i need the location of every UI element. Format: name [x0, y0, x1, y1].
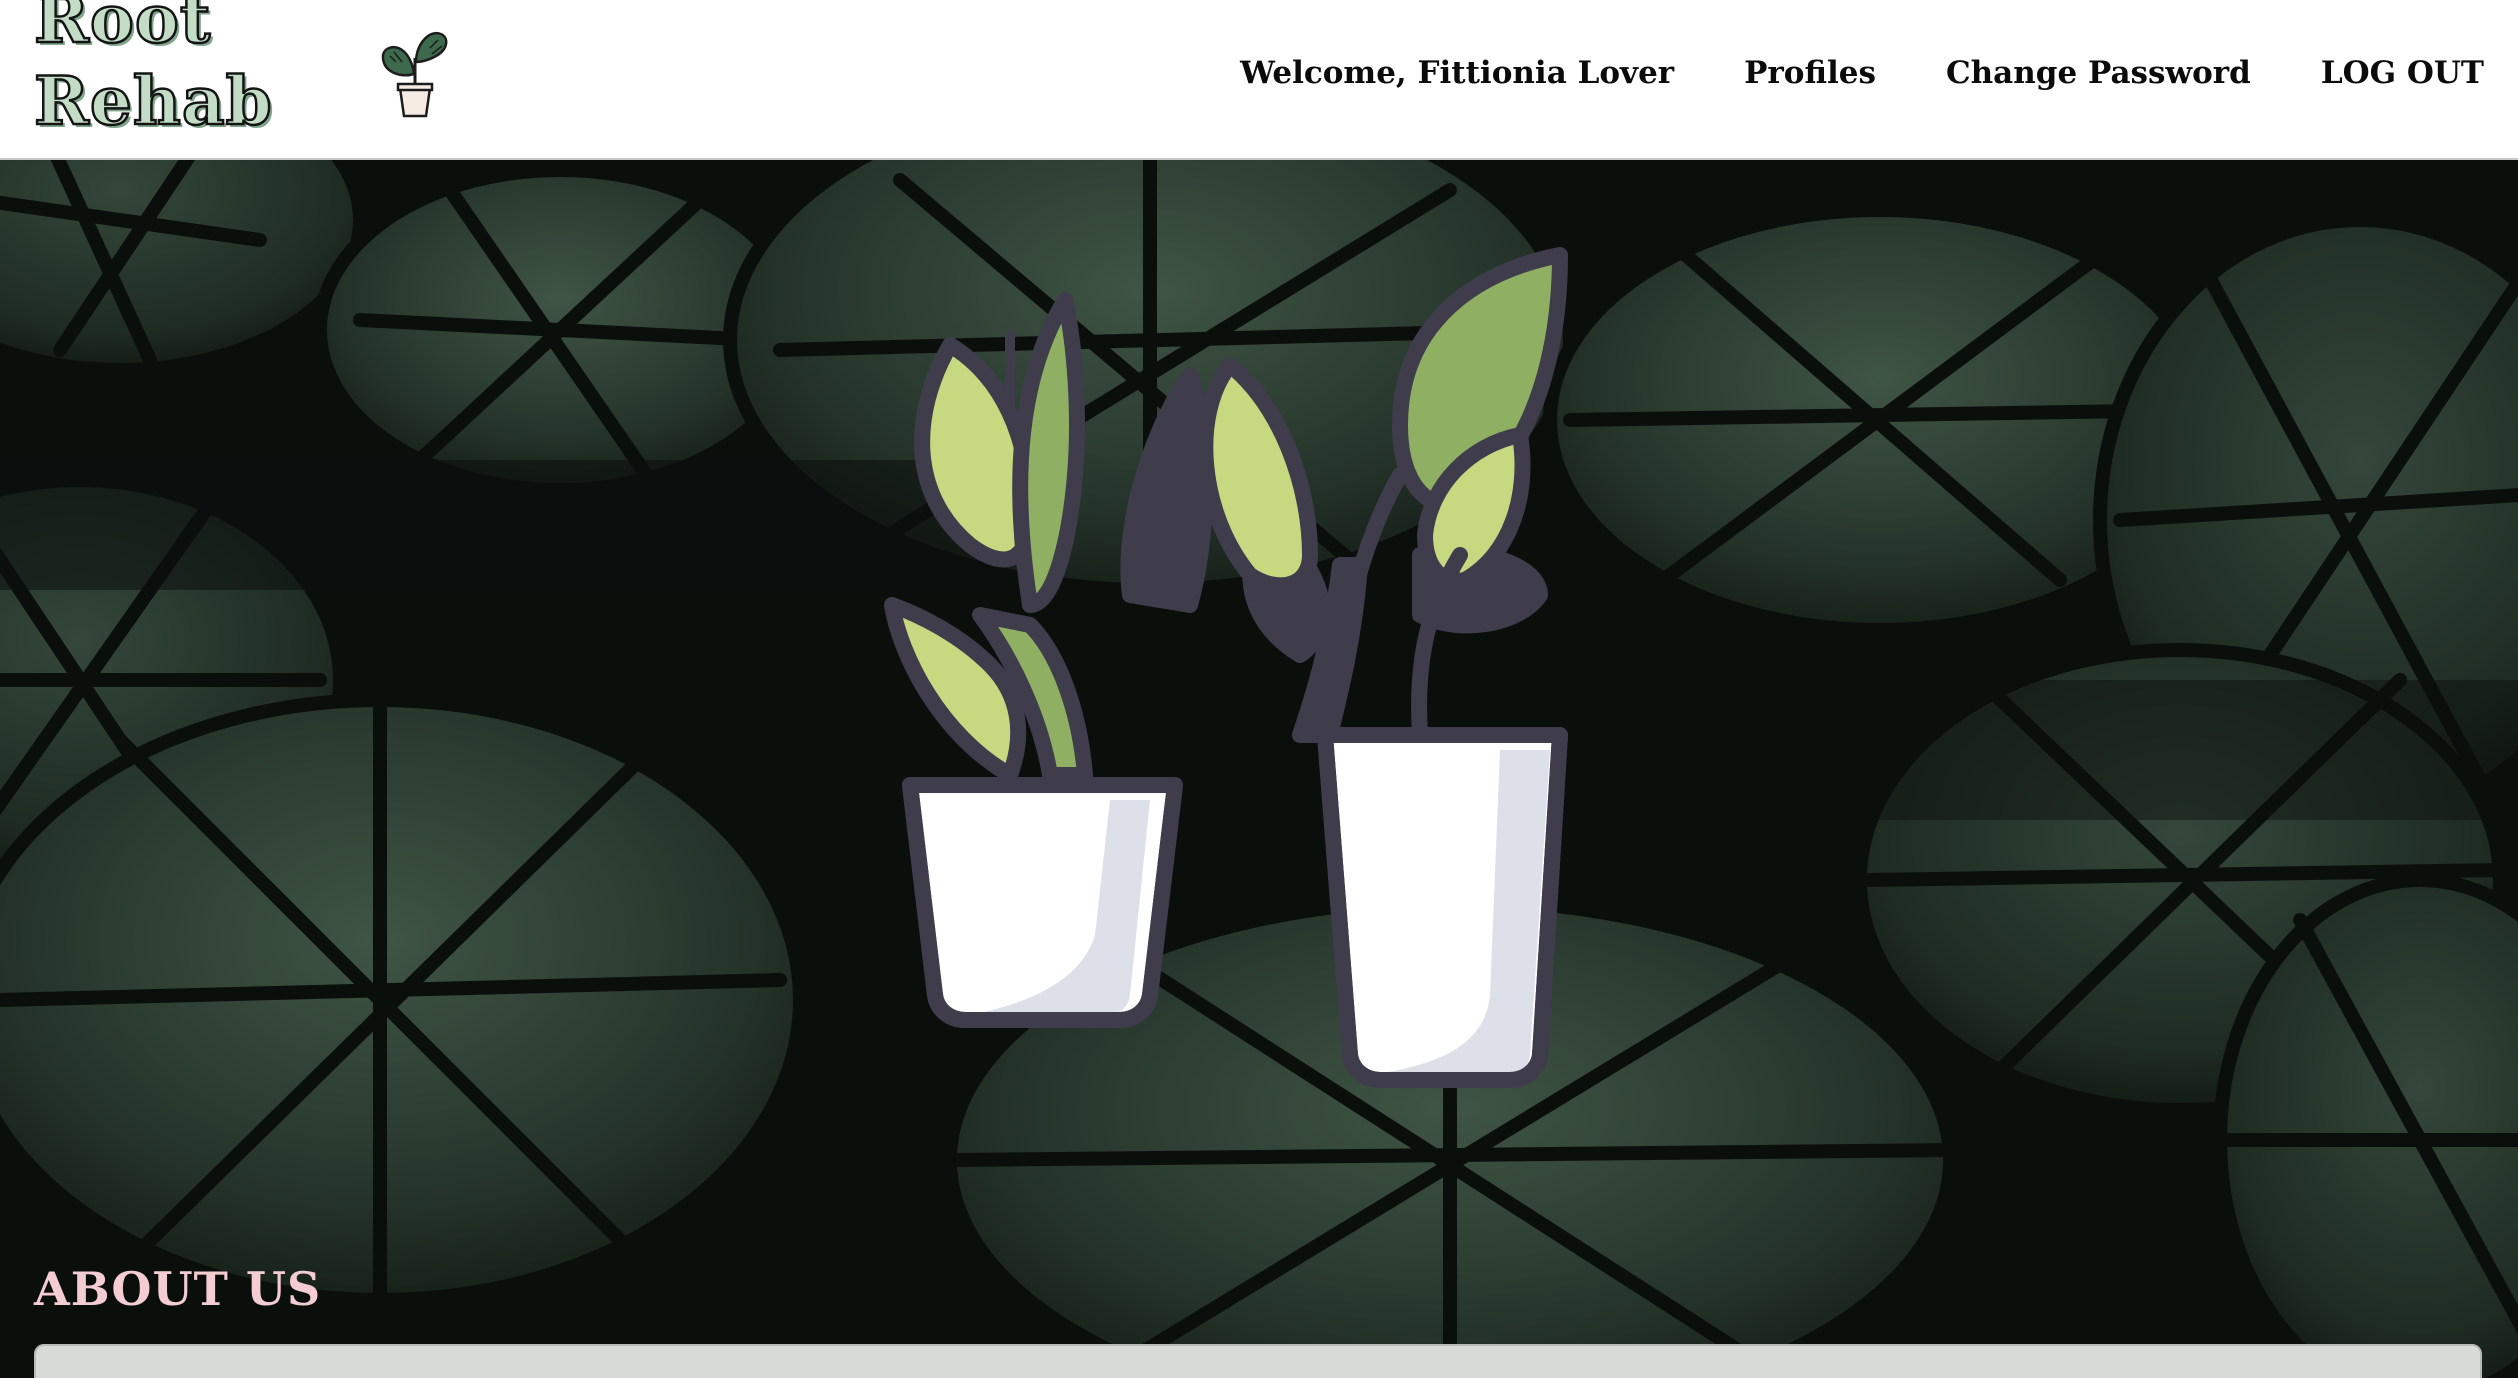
brand-line-2: Rehab [33, 61, 273, 142]
nav-welcome[interactable]: Welcome, Fittionia Lover [1240, 55, 1674, 91]
two-potted-plants-illustration [884, 247, 1568, 1088]
about-us-heading: ABOUT US [34, 1262, 322, 1316]
about-us-card [34, 1344, 2482, 1378]
potted-plant-icon[interactable] [380, 28, 450, 120]
nav-logout[interactable]: LOG OUT [2321, 55, 2484, 91]
nav-change-password[interactable]: Change Password [1946, 55, 2251, 91]
brand-line-1: Root [33, 0, 212, 59]
hero-section: ABOUT US [0, 160, 2518, 1378]
main-nav: Welcome, Fittionia Lover Profiles Change… [1240, 55, 2484, 91]
nav-profiles[interactable]: Profiles [1744, 55, 1876, 91]
site-header: Root Rehab Welcome, Fittionia Lover Prof… [0, 0, 2518, 160]
site-logo-text[interactable]: Root Rehab [33, 0, 273, 142]
